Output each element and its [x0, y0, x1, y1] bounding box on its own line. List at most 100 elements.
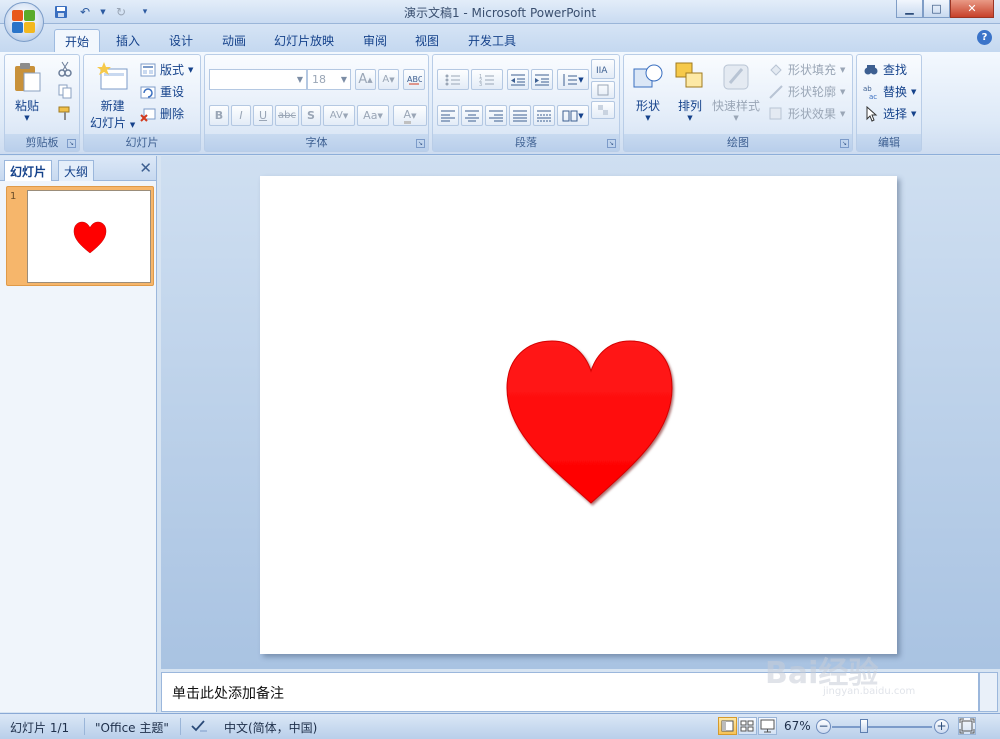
- select-button[interactable]: 选择 ▼: [863, 105, 916, 122]
- change-case-button[interactable]: Aa ▼: [357, 105, 389, 126]
- zoom-out-button[interactable]: −: [816, 719, 831, 734]
- tab-slideshow[interactable]: 幻灯片放映: [264, 29, 344, 52]
- reset-button[interactable]: 重设: [140, 83, 184, 100]
- copy-icon[interactable]: [57, 83, 73, 99]
- underline-button[interactable]: U: [253, 105, 273, 126]
- new-slide-button[interactable]: 新建 幻灯片 ▼: [90, 61, 135, 131]
- new-slide-label-1: 新建: [100, 99, 125, 113]
- slide-sorter-button[interactable]: [738, 717, 757, 735]
- grow-font-button[interactable]: A ▲: [355, 69, 376, 90]
- font-size-combo[interactable]: 18 ▼: [307, 69, 351, 90]
- shapes-button[interactable]: 形状 ▼: [632, 61, 664, 122]
- close-button[interactable]: ✕: [950, 0, 994, 18]
- layout-button[interactable]: 版式 ▼: [140, 61, 193, 78]
- paste-button[interactable]: 粘贴 ▼: [11, 61, 43, 122]
- paste-dropdown-icon[interactable]: ▼: [24, 114, 29, 122]
- arrange-button[interactable]: 排列 ▼: [674, 61, 706, 122]
- char-spacing-button[interactable]: AV ▼: [323, 105, 355, 126]
- replace-button[interactable]: ab ac 替换 ▼: [863, 83, 916, 101]
- shrink-font-button[interactable]: A ▼: [378, 69, 399, 90]
- text-direction-button[interactable]: IIA: [591, 59, 615, 79]
- italic-button[interactable]: I: [231, 105, 251, 126]
- svg-text:3: 3: [479, 82, 482, 87]
- tab-developer[interactable]: 开发工具: [458, 29, 526, 52]
- slide-thumbnail-1[interactable]: 1: [6, 186, 154, 286]
- numbering-button[interactable]: 123: [471, 69, 503, 90]
- help-icon[interactable]: ?: [977, 30, 992, 45]
- text-direction-icon: IIA: [596, 66, 608, 76]
- find-button[interactable]: 查找: [863, 61, 907, 78]
- align-right-icon: [489, 110, 503, 121]
- slide-canvas[interactable]: [260, 176, 897, 654]
- distributed-button[interactable]: [533, 105, 555, 126]
- quick-styles-button[interactable]: 快速样式 ▼: [712, 61, 760, 122]
- replace-icon: ab ac: [863, 84, 879, 101]
- font-group: ▼ 18 ▼ A ▲ A ▼ ABC B I U abc S AV ▼ Aa ▼ A ▼ 字…: [204, 54, 429, 152]
- increase-indent-icon: [535, 74, 549, 85]
- shape-outline-button[interactable]: 形状轮廓 ▼: [768, 83, 845, 100]
- slides-group: 新建 幻灯片 ▼ 版式 ▼ 重设 删除 幻灯片: [83, 54, 201, 152]
- justify-icon: [513, 110, 527, 121]
- tab-design[interactable]: 设计: [159, 29, 203, 52]
- bullets-button[interactable]: [437, 69, 469, 90]
- cut-icon[interactable]: [57, 61, 73, 77]
- notes-placeholder: 单击此处添加备注: [172, 686, 284, 702]
- slide-svg: [506, 340, 673, 504]
- font-group-label: 字体: [205, 134, 428, 151]
- justify-button[interactable]: [509, 105, 531, 126]
- svg-text:ABC: ABC: [407, 75, 422, 84]
- tab-review[interactable]: 审阅: [353, 29, 397, 52]
- increase-indent-button[interactable]: [531, 69, 553, 90]
- paragraph-launcher[interactable]: ↘: [607, 139, 616, 148]
- tab-view[interactable]: 视图: [405, 29, 449, 52]
- align-right-button[interactable]: [485, 105, 507, 126]
- tab-slides[interactable]: 幻灯片: [4, 160, 53, 181]
- drawing-launcher[interactable]: ↘: [840, 139, 849, 148]
- tab-home[interactable]: 开始: [54, 29, 101, 52]
- slideshow-view-button[interactable]: [758, 717, 777, 735]
- shape-effects-button[interactable]: 形状效果 ▼: [768, 105, 845, 122]
- align-center-icon: [465, 110, 479, 121]
- align-center-button[interactable]: [461, 105, 483, 126]
- line-spacing-button[interactable]: ▼: [557, 69, 589, 90]
- office-button[interactable]: [4, 2, 44, 42]
- zoom-slider-track[interactable]: [832, 726, 932, 728]
- zoom-level[interactable]: 67%: [784, 719, 811, 733]
- clipboard-launcher[interactable]: ↘: [67, 139, 76, 148]
- close-panel-icon[interactable]: ✕: [139, 159, 152, 177]
- normal-view-button[interactable]: [718, 717, 737, 735]
- text-shadow-button[interactable]: S: [301, 105, 321, 126]
- spell-check-icon[interactable]: [190, 719, 208, 736]
- fit-to-window-button[interactable]: [958, 717, 976, 735]
- slide-sorter-icon: [740, 720, 754, 732]
- bold-button[interactable]: B: [209, 105, 229, 126]
- align-left-icon: [441, 110, 455, 121]
- maximize-button[interactable]: □: [923, 0, 950, 18]
- align-left-button[interactable]: [437, 105, 459, 126]
- theme-name[interactable]: "Office 主题": [95, 719, 169, 736]
- editing-group: 查找 ab ac 替换 ▼ 选择 ▼ 编辑: [856, 54, 922, 152]
- tab-outline[interactable]: 大纲: [58, 160, 95, 181]
- window-controls: ▁ □ ✕: [896, 0, 994, 18]
- language-indicator[interactable]: 中文(简体，中国): [224, 719, 317, 736]
- align-text-button[interactable]: [591, 81, 615, 99]
- format-painter-icon[interactable]: [57, 105, 73, 121]
- font-launcher[interactable]: ↘: [416, 139, 425, 148]
- line-spacing-icon: [563, 73, 578, 86]
- tab-insert[interactable]: 插入: [106, 29, 150, 52]
- zoom-in-button[interactable]: +: [934, 719, 949, 734]
- tab-animations[interactable]: 动画: [212, 29, 256, 52]
- shape-fill-button[interactable]: 形状填充 ▼: [768, 61, 845, 78]
- delete-slide-button[interactable]: 删除: [140, 105, 184, 122]
- notes-scrollbar[interactable]: [979, 672, 998, 712]
- font-name-combo[interactable]: ▼: [209, 69, 307, 90]
- strikethrough-button[interactable]: abc: [275, 105, 299, 126]
- convert-smartart-button[interactable]: [591, 101, 615, 119]
- heart-shape[interactable]: [506, 340, 673, 504]
- decrease-indent-button[interactable]: [507, 69, 529, 90]
- minimize-button[interactable]: ▁: [896, 0, 923, 18]
- clear-format-button[interactable]: ABC: [403, 69, 425, 90]
- zoom-slider-thumb[interactable]: [860, 719, 868, 733]
- font-color-button[interactable]: A ▼: [393, 105, 427, 126]
- columns-button[interactable]: ▼: [557, 105, 589, 126]
